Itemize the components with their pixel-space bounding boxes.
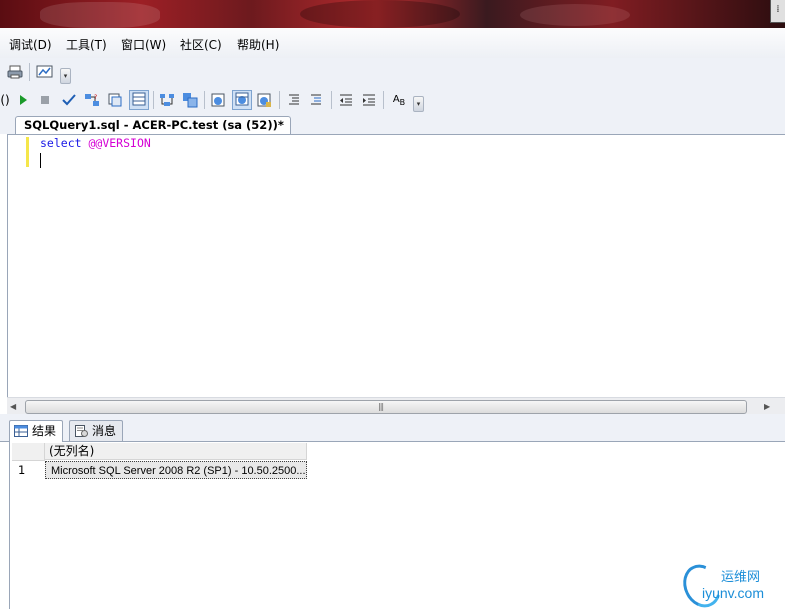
toolbar-separator — [204, 91, 205, 109]
toolbar-separator — [331, 91, 332, 109]
window-title-bar: ⁞ — [0, 0, 785, 28]
svg-text:?: ? — [94, 94, 97, 101]
results-grid: (无列名) 1 Microsoft SQL Server 2008 R2 (SP… — [9, 442, 785, 609]
menu-debug[interactable]: 调试(D) — [9, 36, 52, 53]
toolbar-separator — [279, 91, 280, 109]
toolbar-overflow-icon[interactable]: ▾ — [413, 96, 424, 112]
grid-cell[interactable]: Microsoft SQL Server 2008 R2 (SP1) - 10.… — [45, 461, 307, 479]
text-caret — [40, 153, 41, 168]
grid-row-number[interactable]: 1 — [12, 461, 44, 480]
decrease-indent-icon[interactable] — [338, 92, 354, 108]
standard-toolbar: ▾ — [0, 58, 785, 86]
tab-messages-label: 消息 — [92, 424, 117, 438]
watermark: 运维网 iyunv.com — [676, 558, 785, 614]
editor-horizontal-scrollbar[interactable]: ◀ ||| ▶ — [7, 397, 785, 415]
message-document-icon — [74, 423, 88, 437]
chart-icon[interactable] — [36, 64, 54, 80]
specify-template-values-icon[interactable]: AB — [389, 92, 409, 108]
title-bar-glass-highlight — [40, 2, 160, 28]
actual-plan-icon[interactable] — [159, 92, 175, 108]
scroll-left-icon[interactable]: ◀ — [10, 402, 16, 411]
template-icon-letter-b: B — [399, 98, 406, 107]
toolbar-separator — [153, 91, 154, 109]
parse-check-icon[interactable] — [61, 92, 77, 108]
comment-lines-icon[interactable] — [286, 92, 302, 108]
toolbar-partial-item: () — [0, 93, 10, 107]
results-to-text-icon[interactable] — [210, 92, 226, 108]
menu-community[interactable]: 社区(C) — [180, 36, 222, 53]
tab-results-label: 结果 — [32, 424, 57, 438]
toolbar-overflow-icon[interactable]: ▾ — [60, 68, 71, 84]
grid-icon — [14, 423, 28, 437]
title-bar-glass-shadow — [300, 0, 460, 28]
sql-editor-toolbar: () ? AB ▾ — [0, 86, 785, 115]
toolbar-separator — [383, 91, 384, 109]
increase-indent-icon[interactable] — [361, 92, 377, 108]
menu-tools[interactable]: 工具(T) — [66, 36, 107, 53]
sql-keyword: select — [40, 136, 82, 150]
title-bar-glass-highlight-2 — [520, 4, 630, 26]
results-to-file-icon[interactable] — [256, 92, 272, 108]
document-tab[interactable]: SQLQuery1.sql - ACER-PC.test (sa (52))* — [15, 116, 291, 135]
grid-corner-header[interactable] — [12, 443, 45, 461]
client-statistics-icon[interactable] — [182, 92, 198, 108]
scroll-right-icon[interactable]: ▶ — [764, 402, 770, 411]
document-tab-strip: SQLQuery1.sql - ACER-PC.test (sa (52))* — [0, 114, 785, 135]
results-to-grid-icon[interactable] — [129, 90, 149, 110]
print-icon[interactable] — [7, 64, 23, 80]
results-grid-mode-icon[interactable] — [232, 90, 252, 110]
results-tab-strip: 结果 消息 — [0, 419, 785, 442]
window-control-button[interactable]: ⁞ — [770, 0, 785, 23]
code-line-1[interactable]: select @@VERSION — [40, 136, 151, 150]
sql-system-variable: @@VERSION — [88, 136, 151, 150]
scrollbar-thumb[interactable]: ||| — [25, 400, 747, 414]
uncomment-lines-icon[interactable] — [308, 92, 324, 108]
changed-lines-marker — [26, 137, 29, 167]
query-designer-icon[interactable] — [107, 92, 123, 108]
execute-icon[interactable] — [15, 92, 31, 108]
stop-icon[interactable] — [37, 92, 53, 108]
estimated-plan-icon[interactable]: ? — [84, 92, 100, 108]
grid-column-header[interactable]: (无列名) — [45, 443, 307, 460]
tab-results[interactable]: 结果 — [9, 420, 64, 442]
watermark-domain-text: iyunv.com — [702, 585, 764, 601]
tab-messages[interactable]: 消息 — [69, 420, 124, 441]
query-editor[interactable]: select @@VERSION — [7, 134, 785, 398]
watermark-chinese-text: 运维网 — [721, 570, 761, 585]
menu-window[interactable]: 窗口(W) — [121, 36, 166, 53]
template-icon-letter-a: A — [392, 94, 400, 105]
menu-bar: 调试(D) 工具(T) 窗口(W) 社区(C) 帮助(H) — [0, 28, 785, 59]
toolbar-separator — [29, 63, 30, 81]
scrollbar-grip-icon: ||| — [378, 402, 384, 411]
menu-help[interactable]: 帮助(H) — [237, 36, 279, 53]
